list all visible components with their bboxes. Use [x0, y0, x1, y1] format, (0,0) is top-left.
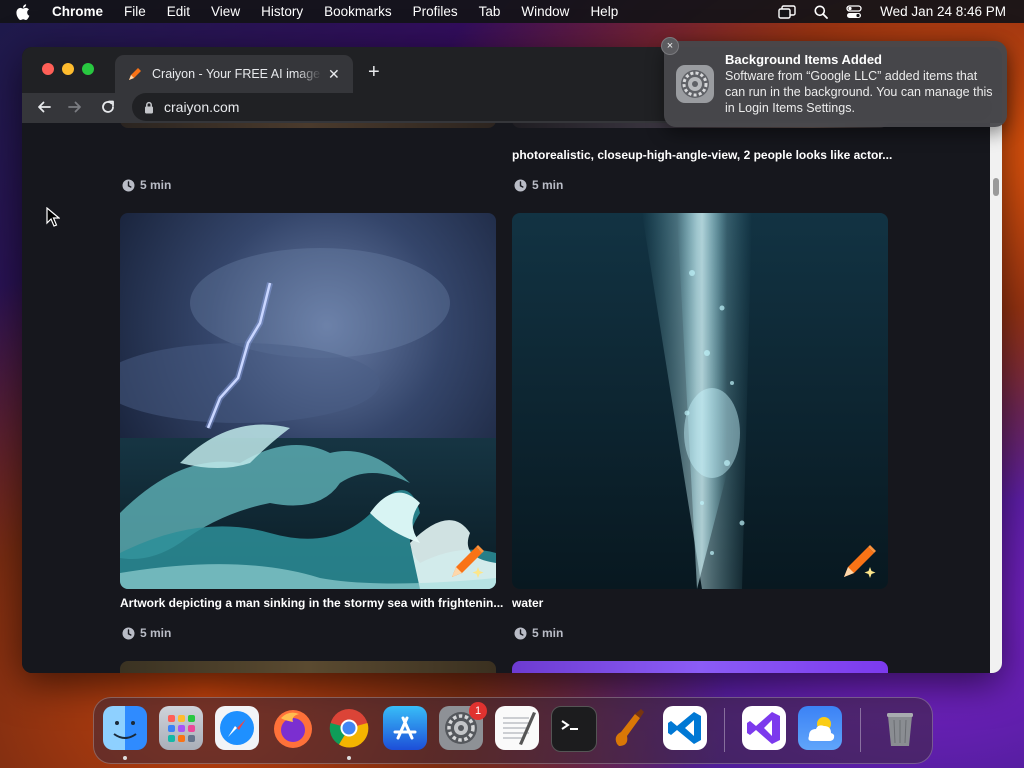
browser-window: Craiyon - Your FREE AI image generator ✕… [22, 47, 1002, 673]
craiyon-pencil-icon [452, 545, 484, 578]
apple-menu-icon[interactable] [16, 3, 36, 20]
menu-bookmarks[interactable]: Bookmarks [324, 4, 392, 19]
window-controls [42, 63, 102, 75]
system-settings-gear-icon [676, 65, 714, 103]
menu-window[interactable]: Window [521, 4, 569, 19]
menu-bar: Chrome File Edit View History Bookmarks … [0, 0, 1024, 23]
gallery-image-partial-bottom-left[interactable] [120, 661, 496, 673]
spotlight-search-icon[interactable] [814, 5, 829, 19]
time-label: 5 min [532, 626, 564, 640]
menu-bar-clock[interactable]: Wed Jan 24 8:46 PM [880, 4, 1006, 19]
minimize-window-button[interactable] [62, 63, 74, 75]
lock-icon[interactable] [144, 101, 154, 114]
vscode-icon[interactable] [663, 706, 707, 750]
tab-craiyon[interactable]: Craiyon - Your FREE AI image generator ✕ [115, 55, 353, 93]
gallery-image-partial-bottom-right[interactable] [512, 661, 888, 673]
image-caption[interactable]: photorealistic, closeup-high-angle-view,… [512, 148, 892, 162]
mouse-cursor-icon [46, 207, 60, 227]
notification-close-button[interactable]: × [661, 37, 679, 55]
finder-icon[interactable] [103, 706, 147, 750]
gallery-image-partial-top-left[interactable] [120, 123, 496, 128]
forward-arrow-icon[interactable] [67, 99, 83, 115]
clock-icon [122, 627, 135, 639]
gallery-image-stormy-sea[interactable] [120, 213, 496, 589]
tab-title: Craiyon - Your FREE AI image generator [152, 67, 322, 81]
menu-file[interactable]: File [124, 4, 146, 19]
chrome-icon[interactable] [327, 706, 371, 750]
running-indicator [123, 756, 127, 760]
menu-view[interactable]: View [211, 4, 240, 19]
image-time: 5 min [122, 178, 171, 192]
image-caption[interactable]: water [512, 596, 543, 610]
page-scrollbar[interactable] [990, 123, 1002, 673]
tab-close-icon[interactable]: ✕ [328, 66, 340, 83]
craiyon-favicon-icon [127, 66, 143, 82]
notification-title: Background Items Added [725, 52, 882, 67]
terminal-icon[interactable] [551, 706, 597, 752]
clock-icon [514, 627, 527, 639]
back-arrow-icon[interactable] [36, 99, 52, 115]
clock-icon [122, 179, 135, 191]
time-label: 5 min [140, 178, 172, 192]
screen-mirroring-icon[interactable] [778, 4, 796, 19]
control-center-icon[interactable] [846, 4, 862, 19]
notification-body: Software from “Google LLC” added items t… [725, 69, 993, 115]
image-time: 5 min [122, 626, 171, 640]
weather-icon[interactable] [798, 706, 842, 750]
image-caption[interactable]: Artwork depicting a man sinking in the s… [120, 596, 503, 610]
new-tab-button[interactable]: + [368, 61, 380, 84]
dock: 1 [93, 697, 933, 764]
url-text[interactable]: craiyon.com [164, 99, 239, 115]
scrollbar-thumb[interactable] [993, 178, 999, 196]
visual-studio-icon[interactable] [742, 706, 786, 750]
background-items-notification[interactable]: × Background Items Added Software from “… [661, 37, 1007, 127]
menu-profiles[interactable]: Profiles [413, 4, 458, 19]
gallery-image-water[interactable] [512, 213, 888, 589]
time-label: 5 min [140, 626, 172, 640]
menu-app-name[interactable]: Chrome [52, 4, 103, 19]
zoom-window-button[interactable] [82, 63, 94, 75]
time-label: 5 min [532, 178, 564, 192]
app-store-icon[interactable] [383, 706, 427, 750]
page-content: photorealistic, closeup-high-angle-view,… [22, 123, 990, 673]
notification-badge: 1 [469, 702, 487, 720]
textedit-icon[interactable] [495, 706, 539, 750]
menu-help[interactable]: Help [590, 4, 618, 19]
menu-history[interactable]: History [261, 4, 303, 19]
reload-icon[interactable] [100, 99, 116, 115]
clock-icon [514, 179, 527, 191]
trash-icon[interactable] [878, 706, 922, 750]
dock-separator [724, 708, 725, 752]
close-window-button[interactable] [42, 63, 54, 75]
dock-separator [860, 708, 861, 752]
image-time: 5 min [514, 178, 563, 192]
firefox-icon[interactable] [271, 706, 315, 750]
image-time: 5 min [514, 626, 563, 640]
launchpad-icon[interactable] [159, 706, 203, 750]
menu-edit[interactable]: Edit [167, 4, 190, 19]
running-indicator [347, 756, 351, 760]
craiyon-pencil-icon [844, 545, 876, 578]
garageband-icon[interactable] [607, 706, 651, 750]
safari-icon[interactable] [215, 706, 259, 750]
menu-tab[interactable]: Tab [479, 4, 501, 19]
